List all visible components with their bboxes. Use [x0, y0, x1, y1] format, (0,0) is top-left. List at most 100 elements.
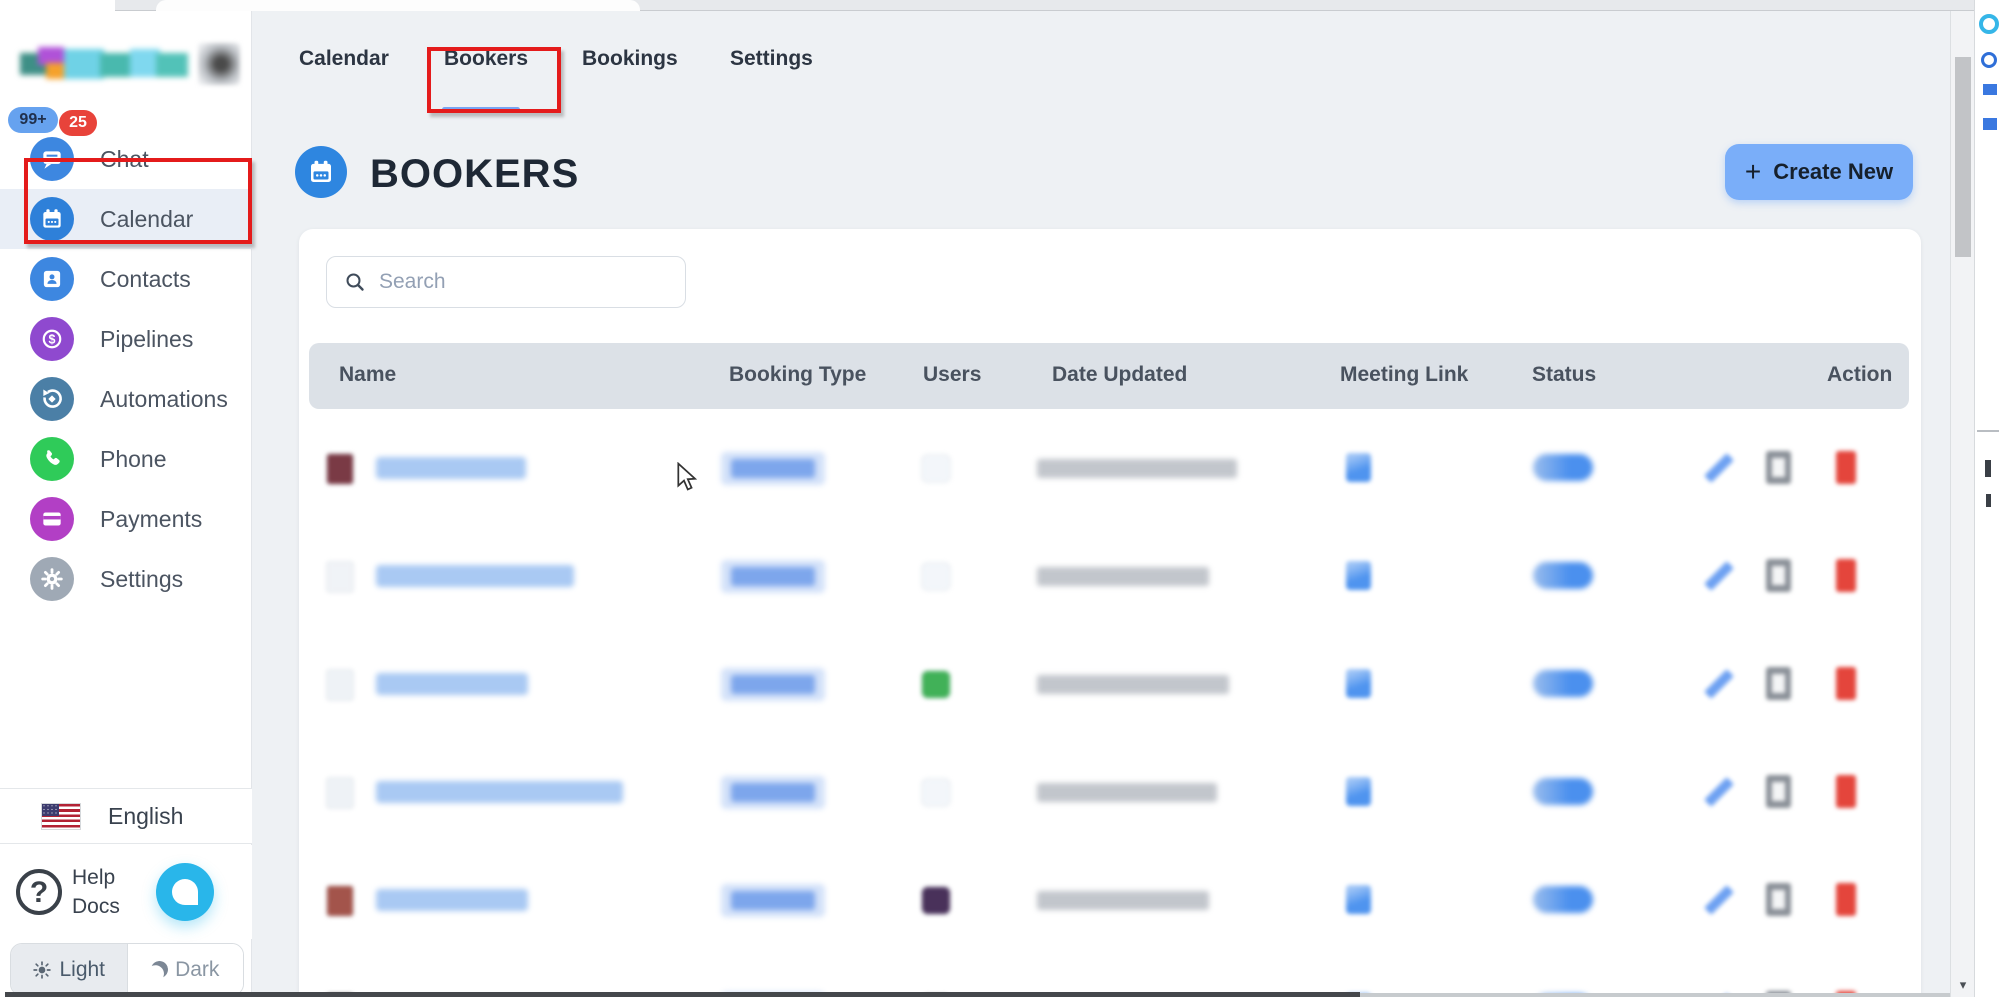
calendar-icon [295, 146, 347, 198]
fragment-blue-square-icon [1983, 84, 1997, 95]
dark-mode-button[interactable]: Dark [126, 944, 243, 995]
fragment-blue-ring-icon [1981, 52, 1997, 68]
sidebar-item-label: Pipelines [100, 325, 194, 352]
edit-icon-redacted[interactable] [1704, 561, 1734, 591]
tab-bookings[interactable]: Bookings [582, 11, 678, 106]
booker-name-redacted[interactable] [376, 457, 526, 479]
table-header: Name Booking Type Users Date Updated Meeting… [309, 343, 1909, 409]
meeting-link-icon-redacted[interactable] [1346, 669, 1371, 698]
booking-type-badge-redacted [721, 668, 825, 701]
sidebar-item-payments[interactable]: Payments [0, 489, 252, 549]
col-action: Action [1827, 363, 1893, 386]
status-toggle-redacted[interactable] [1533, 886, 1593, 913]
tab-settings[interactable]: Settings [730, 11, 813, 106]
copy-icon-redacted[interactable] [1766, 559, 1791, 592]
status-toggle-redacted[interactable] [1533, 778, 1593, 805]
gear-icon [30, 557, 74, 601]
sidebar-item-calendar[interactable]: Calendar [0, 189, 252, 249]
sidebar-item-label: Automations [100, 385, 228, 412]
copy-icon-redacted[interactable] [1766, 667, 1791, 700]
copy-icon-redacted[interactable] [1766, 775, 1791, 808]
page-header: BOOKERS + Create New [252, 116, 1950, 229]
sidebar-item-automations[interactable]: Automations [0, 369, 252, 429]
app-logo-redacted [20, 41, 240, 89]
booker-name-redacted[interactable] [376, 565, 574, 587]
copy-icon-redacted[interactable] [1766, 451, 1791, 484]
main-content: CalendarBookersBookingsSettings SS BOOKE… [252, 11, 1950, 997]
chat-icon [30, 137, 74, 181]
search-input[interactable] [379, 270, 685, 294]
table-row [299, 846, 1921, 954]
sidebar-item-label: Calendar [100, 205, 194, 232]
calendar-icon [30, 197, 74, 241]
credit-card-icon [30, 497, 74, 541]
help-docs-label[interactable]: Help Docs [72, 863, 120, 921]
table-row [299, 414, 1921, 522]
plus-icon: + [1744, 156, 1762, 187]
col-booking-type: Booking Type [729, 363, 867, 386]
sidebar-item-label: Settings [100, 565, 184, 592]
automation-loop-icon [30, 377, 74, 421]
meeting-link-icon-redacted[interactable] [1346, 561, 1371, 590]
tab-calendar[interactable]: Calendar [299, 11, 389, 106]
right-edge-fragments [1974, 0, 2000, 997]
meeting-link-icon-redacted[interactable] [1346, 885, 1371, 914]
booker-avatar-redacted [326, 561, 354, 593]
col-meeting-link: Meeting Link [1340, 363, 1469, 386]
sidebar-item-chat[interactable]: Chat [0, 129, 252, 189]
status-toggle-redacted[interactable] [1533, 454, 1593, 481]
tab-bookers[interactable]: Bookers [444, 11, 528, 106]
booker-name-redacted[interactable] [376, 889, 528, 911]
col-date-updated: Date Updated [1052, 363, 1188, 386]
sidebar-item-pipelines[interactable]: $ Pipelines [0, 309, 252, 369]
edit-icon-redacted[interactable] [1704, 669, 1734, 699]
language-label: English [108, 802, 184, 829]
sidebar-item-settings[interactable]: Settings [0, 549, 252, 609]
phone-icon [30, 437, 74, 481]
delete-icon-redacted[interactable] [1836, 451, 1856, 484]
create-new-button[interactable]: + Create New [1725, 144, 1913, 200]
question-circle-icon[interactable]: ? [16, 869, 62, 915]
user-avatar-redacted [921, 454, 951, 483]
booker-avatar-redacted [326, 885, 354, 917]
taskbar-edge-light [1360, 993, 1950, 997]
booker-name-redacted[interactable] [376, 781, 623, 803]
sidebar-item-phone[interactable]: Phone [0, 429, 252, 489]
scrollbar-thumb[interactable] [1955, 57, 1971, 257]
delete-icon-redacted[interactable] [1836, 883, 1856, 916]
date-updated-redacted [1037, 891, 1209, 910]
status-toggle-redacted[interactable] [1533, 562, 1593, 589]
bookers-card: Name Booking Type Users Date Updated Meeting… [299, 229, 1921, 997]
booking-type-badge-redacted [721, 884, 825, 917]
theme-toggle: Light Dark [10, 943, 244, 996]
light-mode-button[interactable]: Light [11, 944, 127, 995]
sidebar-item-contacts[interactable]: Contacts [0, 249, 252, 309]
edit-icon-redacted[interactable] [1704, 777, 1734, 807]
edit-icon-redacted[interactable] [1704, 453, 1734, 483]
meeting-link-icon-redacted[interactable] [1346, 453, 1371, 482]
meeting-link-icon-redacted[interactable] [1346, 777, 1371, 806]
language-selector[interactable]: English [0, 788, 252, 844]
user-avatar-redacted [921, 778, 951, 807]
us-flag-icon [42, 803, 80, 829]
page-scrollbar[interactable]: ▾ [1950, 11, 1974, 997]
status-toggle-redacted[interactable] [1533, 670, 1593, 697]
page-title: BOOKERS [370, 152, 580, 196]
active-tab-indicator [442, 107, 520, 112]
sidebar: 99+ 25 Chat Calendar Contacts $ Pipelines Aut… [0, 11, 252, 997]
edit-icon-redacted[interactable] [1704, 885, 1734, 915]
sun-icon [32, 960, 52, 980]
col-users: Users [923, 363, 982, 386]
booking-type-badge-redacted [721, 560, 825, 593]
delete-icon-redacted[interactable] [1836, 667, 1856, 700]
booker-name-redacted[interactable] [376, 673, 528, 695]
sidebar-item-label: Phone [100, 445, 167, 472]
delete-icon-redacted[interactable] [1836, 559, 1856, 592]
copy-icon-redacted[interactable] [1766, 883, 1791, 916]
chat-bubble-launcher-icon[interactable] [156, 863, 214, 921]
delete-icon-redacted[interactable] [1836, 775, 1856, 808]
search-box [326, 256, 686, 308]
table-row [299, 954, 1921, 997]
scrollbar-down-arrow[interactable]: ▾ [1951, 977, 1975, 993]
date-updated-redacted [1037, 783, 1217, 802]
